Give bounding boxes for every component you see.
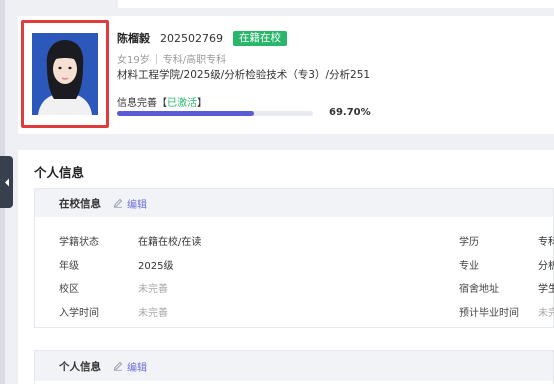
completion-progress-fill (117, 111, 254, 116)
activation-status: 已激活 (167, 98, 197, 109)
field-label: 入学时间 (59, 308, 99, 319)
meta-divider (155, 53, 157, 64)
status-badge: 在籍在校 (233, 30, 287, 46)
pencil-icon (113, 361, 123, 371)
completion-percent: 69.70% (329, 107, 371, 118)
field-label: 学历 (459, 237, 479, 248)
top-card-edge (118, 0, 554, 8)
field-value: 未完善 (138, 308, 168, 319)
field-value: 学生 (538, 284, 554, 295)
school-info-title: 在校信息 (59, 197, 101, 210)
chevron-left-icon (4, 178, 9, 186)
field-value: 2025级 (138, 261, 174, 272)
student-photo-frame[interactable] (21, 20, 109, 128)
student-id: 202502769 (160, 31, 223, 45)
field-label: 专业 (459, 261, 479, 272)
education-level: 专科/高职专科 (162, 55, 227, 66)
field-value: 分析 (538, 261, 554, 272)
personal-info-card: 个人信息 在校信息 编辑 学籍状态 在籍在校/在读 年级 2025级 校区 未完… (18, 150, 554, 384)
field-value: 未完 (538, 308, 554, 319)
personal-info-edit-button[interactable]: 编辑 (113, 359, 147, 374)
pencil-icon (113, 198, 123, 208)
profile-card: 陈榴毅 202502769 在籍在校 女19岁 专科/高职专科 材料工程学院/2… (18, 16, 554, 134)
personal-info-panel: 个人信息 编辑 (34, 350, 554, 384)
student-photo (32, 33, 98, 115)
school-info-edit-button[interactable]: 编辑 (113, 196, 147, 211)
meta-row: 女19岁 专科/高职专科 (117, 51, 226, 66)
school-info-header: 在校信息 编辑 (35, 189, 553, 217)
section-title: 个人信息 (34, 165, 85, 180)
personal-info-title: 个人信息 (59, 360, 101, 373)
field-value: 在籍在校/在读 (138, 237, 202, 248)
field-label: 宿舍地址 (459, 284, 499, 295)
field-value: 专科 (538, 237, 554, 248)
name-row: 陈榴毅 202502769 在籍在校 (117, 30, 287, 46)
school-info-panel: 在校信息 编辑 学籍状态 在籍在校/在读 年级 2025级 校区 未完善 入学时… (34, 188, 554, 328)
sidebar-collapse-button[interactable] (0, 156, 13, 208)
gender-age: 女19岁 (117, 55, 150, 66)
field-label: 年级 (59, 261, 79, 272)
field-label: 预计毕业时间 (459, 308, 519, 319)
info-completion-label: 信息完善【已激活】 (117, 98, 207, 109)
personal-info-header: 个人信息 编辑 (35, 351, 553, 381)
field-value: 未完善 (138, 284, 168, 295)
field-label: 学籍状态 (59, 237, 99, 248)
student-name: 陈榴毅 (117, 32, 150, 45)
field-label: 校区 (59, 284, 79, 295)
college-path: 材料工程学院/2025级/分析检验技术（专3）/分析251 (117, 69, 371, 81)
completion-progress-bar (117, 111, 313, 116)
